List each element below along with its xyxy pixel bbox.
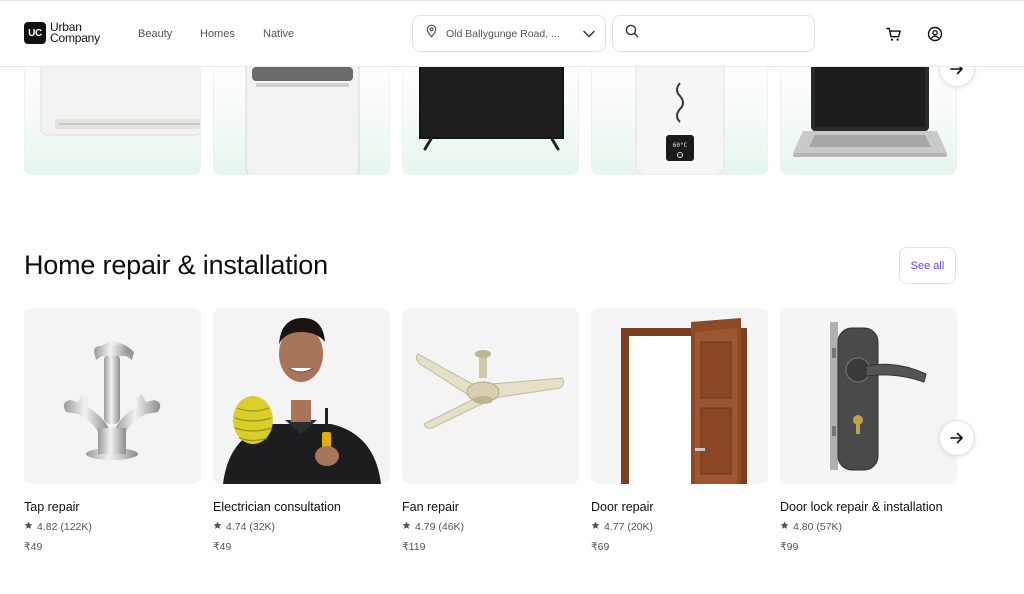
service-name: Electrician consultation [213, 500, 341, 514]
service-rating: 4.80 (57K) [780, 521, 957, 533]
top-header: UC Urban Company Beauty Homes Native Old… [0, 0, 1024, 67]
rating-text: 4.79 (46K) [415, 521, 465, 533]
service-name: Tap repair [24, 500, 80, 514]
location-pin-icon [425, 24, 438, 43]
account-icon[interactable] [926, 25, 944, 43]
rating-text: 4.80 (57K) [793, 521, 843, 533]
service-price: ₹119 [402, 541, 426, 553]
star-icon [24, 521, 33, 533]
service-name: Door repair [591, 500, 654, 514]
service-rating: 4.77 (20K) [591, 521, 768, 533]
service-price: ₹69 [591, 541, 610, 553]
air-conditioner-icon [40, 67, 200, 136]
location-selector[interactable]: Old Ballygunge Road, ... [412, 15, 606, 52]
service-card-door-lock-repair[interactable]: Door lock repair & installation 4.80 (57… [780, 308, 957, 553]
service-card-door-repair[interactable]: Door repair 4.77 (20K) ₹69 [591, 308, 768, 553]
service-image [213, 308, 390, 484]
water-heater-icon: 60°C [635, 67, 725, 174]
service-card-tap-repair[interactable]: Tap repair 4.82 (122K) ₹49 [24, 308, 201, 553]
chevron-down-icon [583, 25, 595, 43]
door-icon [621, 318, 747, 484]
service-rating: 4.82 (122K) [24, 521, 201, 533]
service-image [402, 308, 579, 484]
service-image [24, 308, 201, 484]
logo-mark: UC [24, 22, 46, 44]
appliance-carousel: 60°C [24, 67, 957, 175]
television-icon [419, 67, 564, 151]
appliance-card-washing-machine[interactable] [213, 67, 390, 175]
urban-company-logo[interactable]: UC Urban Company [24, 21, 100, 45]
washing-machine-icon [245, 67, 360, 174]
service-price: ₹49 [24, 541, 43, 553]
water-heater-display: 60°C [673, 142, 688, 149]
appliance-card-laptop[interactable] [780, 67, 957, 175]
service-name: Door lock repair & installation [780, 500, 943, 514]
logo-text-line2: Company [50, 31, 100, 45]
ceiling-fan-icon [415, 350, 565, 429]
search-input[interactable] [647, 27, 802, 40]
section-title: Home repair & installation [24, 250, 328, 280]
laptop-icon [793, 67, 947, 157]
rating-text: 4.82 (122K) [37, 521, 92, 533]
nav-homes[interactable]: Homes [200, 28, 263, 40]
main-nav: Beauty Homes Native [138, 28, 294, 40]
arrow-right-icon [950, 432, 963, 444]
appliance-card-ac[interactable] [24, 67, 201, 175]
location-text: Old Ballygunge Road, ... [446, 27, 560, 40]
service-carousel-next-button[interactable] [939, 420, 975, 456]
search-icon [625, 24, 639, 43]
service-price: ₹99 [780, 541, 799, 553]
see-all-button[interactable]: See all [899, 247, 956, 284]
service-card-electrician-consultation[interactable]: Electrician consultation 4.74 (32K) ₹49 [213, 308, 390, 553]
tap-icon [63, 342, 161, 460]
service-image [780, 308, 957, 484]
rating-text: 4.74 (32K) [226, 521, 276, 533]
rating-text: 4.77 (20K) [604, 521, 654, 533]
service-rating: 4.79 (46K) [402, 521, 579, 533]
nav-beauty[interactable]: Beauty [138, 28, 200, 40]
appliance-card-water-heater[interactable]: 60°C [591, 67, 768, 175]
service-price: ₹49 [213, 541, 232, 553]
star-icon [780, 521, 789, 533]
star-icon [591, 521, 600, 533]
cart-icon[interactable] [885, 25, 903, 43]
star-icon [402, 521, 411, 533]
door-lock-icon [830, 322, 927, 471]
service-name: Fan repair [402, 500, 459, 514]
service-rating: 4.74 (32K) [213, 521, 390, 533]
service-image [591, 308, 768, 484]
service-list: Tap repair 4.82 (122K) ₹49 Electrician c… [24, 308, 957, 553]
star-icon [213, 521, 222, 533]
appliance-card-television[interactable] [402, 67, 579, 175]
search-bar[interactable] [612, 15, 815, 52]
electrician-photo [223, 318, 381, 484]
nav-native[interactable]: Native [263, 28, 294, 40]
logo-text: Urban Company [50, 21, 100, 45]
service-card-fan-repair[interactable]: Fan repair 4.79 (46K) ₹119 [402, 308, 579, 553]
